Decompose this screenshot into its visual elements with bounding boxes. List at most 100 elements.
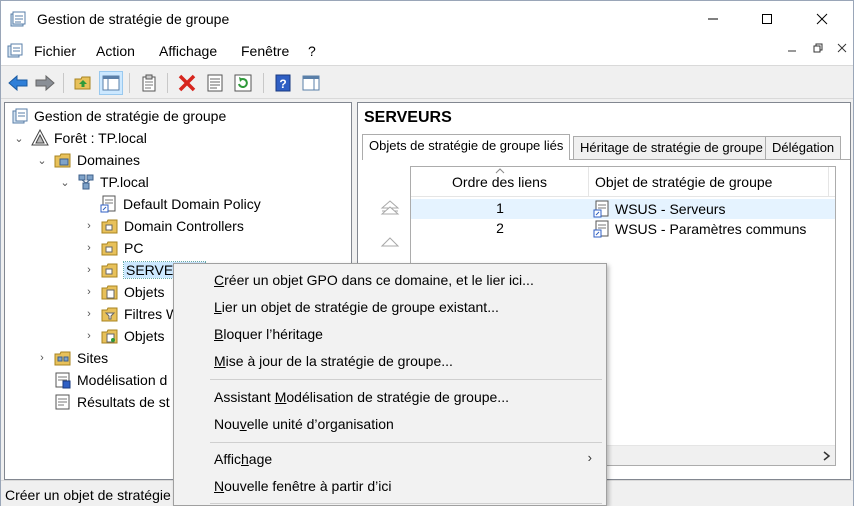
mdi-close-button[interactable] (833, 43, 851, 59)
chevron-right-icon[interactable]: › (81, 306, 97, 322)
link-order: 1 (496, 200, 504, 216)
tree-item-sites[interactable]: › Sites (34, 347, 108, 369)
tab-linked-gpos[interactable]: Objets de stratégie de groupe liés (362, 134, 571, 160)
ou-title: SERVEURS (364, 109, 452, 126)
delete-button[interactable] (175, 71, 199, 95)
chevron-right-icon[interactable]: › (81, 284, 97, 300)
toolbar-separator (263, 73, 264, 93)
delete-x-icon (178, 74, 196, 92)
maximize-icon (762, 14, 772, 24)
mdi-restore-button[interactable] (809, 43, 827, 59)
sites-icon (54, 351, 71, 366)
gpo-name-cell: WSUS - Paramètres communs (593, 220, 806, 238)
close-button[interactable] (799, 1, 845, 37)
chevron-right-icon[interactable]: › (81, 240, 97, 256)
maximize-button[interactable] (744, 1, 790, 37)
back-button[interactable] (6, 71, 30, 95)
clipboard-button[interactable] (137, 71, 161, 95)
tree-item-gp-results[interactable]: Résultats de st (50, 391, 170, 413)
action-pane-button[interactable] (299, 71, 323, 95)
ctx-link-existing-gpo[interactable]: Lier un objet de stratégie de groupe exi… (174, 294, 606, 320)
arrow-right-icon (35, 75, 55, 91)
tab-gpo-inheritance[interactable]: Héritage de stratégie de groupe (573, 136, 770, 159)
tree-label: Domain Controllers (124, 218, 244, 234)
tree-item-pc[interactable]: › PC (81, 237, 143, 259)
chevron-right-icon[interactable]: › (81, 218, 97, 234)
console-icon (7, 43, 23, 58)
chevron-right-icon[interactable]: › (81, 328, 97, 344)
tree-label: Default Domain Policy (123, 196, 261, 212)
svg-text:?: ? (279, 77, 286, 91)
tree-item-gpo-objects[interactable]: › Objets (81, 281, 164, 303)
tree-item-domain-controllers[interactable]: › Domain Controllers (81, 215, 244, 237)
show-tree-button[interactable] (99, 71, 123, 95)
results-icon (55, 394, 70, 410)
tree-item-domains[interactable]: ⌄ Domaines (34, 149, 140, 171)
help-button[interactable]: ? (271, 71, 295, 95)
starter-gpo-folder-icon (101, 329, 118, 344)
minimize-button[interactable] (690, 1, 736, 37)
chevron-down-icon[interactable]: ⌄ (11, 130, 27, 146)
chevron-right-icon[interactable]: › (34, 350, 50, 366)
menu-affichage[interactable]: Affichage (159, 43, 217, 59)
ou-folder-icon (101, 263, 118, 278)
minimize-icon (788, 50, 796, 52)
ou-folder-icon (101, 241, 118, 256)
move-up-button[interactable] (378, 232, 402, 252)
forward-button[interactable] (33, 71, 57, 95)
move-top-icon (380, 200, 400, 215)
gpmc-app-icon (10, 11, 26, 27)
tree-label: Gestion de stratégie de groupe (34, 108, 227, 124)
chevron-down-icon[interactable]: ⌄ (57, 174, 73, 190)
ctx-label: Assistant Modélisation de stratégie de g… (214, 389, 509, 405)
table-row[interactable]: 1 WSUS - Serveurs (411, 199, 835, 219)
ctx-new-window-from-here[interactable]: Nouvelle fenêtre à partir d’ici (174, 473, 606, 499)
properties-icon (207, 74, 223, 92)
ctx-label: Créer un objet GPO dans ce domaine, et l… (214, 272, 534, 288)
ctx-create-and-link-gpo[interactable]: Créer un objet GPO dans ce domaine, et l… (174, 267, 606, 293)
menu-separator (210, 503, 602, 504)
tree-item-forest[interactable]: ⌄ Forêt : TP.local (11, 127, 147, 149)
refresh-button[interactable] (231, 71, 255, 95)
ctx-label: Nouvelle fenêtre à partir d’ici (214, 478, 392, 494)
menu-fichier[interactable]: Fichier (34, 43, 76, 59)
close-icon (816, 13, 828, 25)
tree-label: Objets (124, 328, 165, 344)
tree-item-domain-tp-local[interactable]: ⌄ TP.local (57, 171, 148, 193)
tree-item-starter-gpos[interactable]: › Objets (81, 325, 164, 347)
forest-icon (31, 129, 49, 146)
chevron-right-icon[interactable] (823, 451, 831, 461)
ctx-block-inheritance[interactable]: Bloquer l’héritage (174, 321, 606, 347)
context-menu: Créer un objet GPO dans ce domaine, et l… (173, 263, 607, 506)
move-top-button[interactable] (378, 198, 402, 218)
table-row[interactable]: 2 WSUS - Paramètres communs (411, 219, 835, 239)
mdi-minimize-button[interactable] (783, 43, 801, 59)
ctx-gp-update[interactable]: Mise à jour de la stratégie de groupe... (174, 348, 606, 374)
toolbar-separator (63, 73, 64, 93)
properties-button[interactable] (203, 71, 227, 95)
tree-item-default-domain-policy[interactable]: Default Domain Policy (96, 193, 261, 215)
ctx-gp-modeling-wizard[interactable]: Assistant Modélisation de stratégie de g… (174, 384, 606, 410)
tree-item-gpmc-root[interactable]: Gestion de stratégie de groupe (11, 105, 226, 127)
move-up-icon (380, 237, 400, 247)
tree-item-wmi-filters[interactable]: › Filtres W (81, 303, 179, 325)
chevron-down-icon[interactable]: ⌄ (34, 152, 50, 168)
tree-label: PC (124, 240, 144, 256)
ctx-new-ou[interactable]: Nouvelle unité d’organisation (174, 411, 606, 437)
up-level-button[interactable] (71, 71, 95, 95)
toolbar-separator (129, 73, 130, 93)
gpo-link-icon (593, 200, 609, 218)
menu-bar: Fichier Action Affichage Fenêtre ? (1, 37, 853, 65)
title-bar: Gestion de stratégie de groupe (1, 1, 853, 37)
menu-help[interactable]: ? (308, 43, 316, 59)
gpo-name: WSUS - Paramètres communs (615, 221, 807, 237)
tree-label: Résultats de st (77, 394, 170, 410)
tree-item-gp-modeling[interactable]: Modélisation d (50, 369, 167, 391)
ctx-view-submenu[interactable]: Affichage › (174, 446, 606, 472)
tab-delegation[interactable]: Délégation (765, 136, 842, 159)
chevron-right-icon[interactable]: › (81, 262, 97, 278)
menu-action[interactable]: Action (96, 43, 135, 59)
column-header-gpo[interactable]: Objet de stratégie de groupe (589, 167, 829, 197)
tab-strip: Objets de stratégie de groupe liés Hérit… (362, 134, 850, 160)
menu-fenetre[interactable]: Fenêtre (241, 43, 289, 59)
